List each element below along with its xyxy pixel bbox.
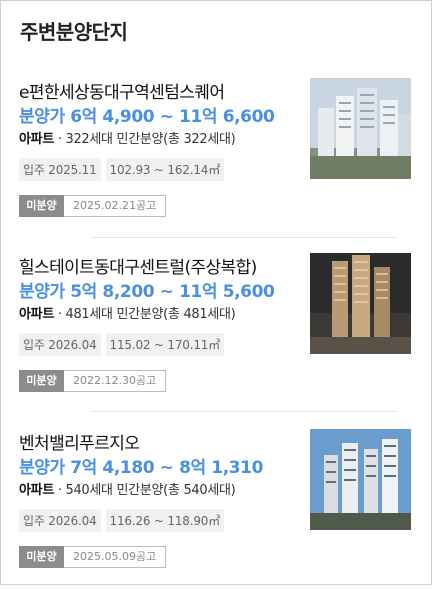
notice-date: 2025.02.21공고 [64, 195, 167, 217]
complex-item[interactable]: e편한세상동대구역센텀스퀘어 분양가 6억 4,900 ~ 11억 6,600 … [19, 78, 415, 238]
apartment-photo-icon[interactable] [310, 253, 411, 354]
complex-type: 아파트 [19, 132, 54, 147]
complex-tags: 입주 2026.04 116.26 ~ 118.90㎡ [19, 509, 224, 532]
complex-item[interactable]: 벤처밸리푸르지오 분양가 7억 4,180 ~ 8억 1,310 아파트 · 5… [19, 429, 415, 589]
divider [91, 411, 397, 412]
complex-price: 분양가 6억 4,900 ~ 11억 6,600 [19, 107, 275, 127]
move-in-tag: 입주 2025.11 [19, 158, 101, 181]
complex-info: 아파트 · 481세대 민간분양(총 481세대) [19, 303, 236, 322]
complex-units: · 540세대 민간분양(총 540세대) [53, 483, 236, 498]
complex-info: 아파트 · 322세대 민간분양(총 322세대) [19, 128, 236, 147]
notice-date: 2025.05.09공고 [64, 546, 167, 568]
complex-price: 분양가 7억 4,180 ~ 8억 1,310 [19, 458, 264, 478]
complex-tags: 입주 2026.04 115.02 ~ 170.11㎡ [19, 333, 224, 356]
complex-name[interactable]: e편한세상동대구역센텀스퀘어 [19, 78, 225, 103]
complex-units: · 481세대 민간분양(총 481세대) [53, 307, 236, 322]
apartment-photo-icon[interactable] [310, 429, 411, 530]
notice-date: 2022.12.30공고 [64, 370, 167, 392]
apartment-photo-icon[interactable] [310, 78, 411, 179]
complex-type: 아파트 [19, 307, 54, 322]
status-badge: 미분양 [19, 370, 64, 392]
complex-units: · 322세대 민간분양(총 322세대) [53, 132, 236, 147]
panel-title: 주변분양단지 [20, 20, 128, 44]
move-in-tag: 입주 2026.04 [19, 333, 101, 356]
complex-name[interactable]: 힐스테이트동대구센트럴(주상복합) [19, 253, 257, 278]
status-badge: 미분양 [19, 546, 64, 568]
status-row: 미분양 2025.02.21공고 [19, 195, 167, 217]
divider [91, 237, 397, 238]
complex-item[interactable]: 힐스테이트동대구센트럴(주상복합) 분양가 5억 8,200 ~ 11억 5,6… [19, 253, 415, 413]
complex-type: 아파트 [19, 483, 54, 498]
area-tag: 116.26 ~ 118.90㎡ [105, 509, 224, 532]
complex-info: 아파트 · 540세대 민간분양(총 540세대) [19, 479, 236, 498]
area-tag: 115.02 ~ 170.11㎡ [105, 333, 224, 356]
status-badge: 미분양 [19, 195, 64, 217]
nearby-complexes-panel: 주변분양단지 e편한세상동대구역센텀스퀘어 분양가 6억 4,900 ~ 11억… [0, 0, 432, 585]
area-tag: 102.93 ~ 162.14㎡ [105, 158, 224, 181]
complex-price: 분양가 5억 8,200 ~ 11억 5,600 [19, 282, 275, 302]
complex-name[interactable]: 벤처밸리푸르지오 [19, 429, 140, 454]
status-row: 미분양 2025.05.09공고 [19, 546, 167, 568]
status-row: 미분양 2022.12.30공고 [19, 370, 167, 392]
move-in-tag: 입주 2026.04 [19, 509, 101, 532]
complex-tags: 입주 2025.11 102.93 ~ 162.14㎡ [19, 158, 224, 181]
